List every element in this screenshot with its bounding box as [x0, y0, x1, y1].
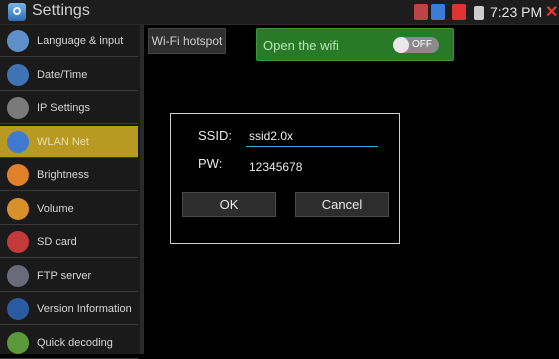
sidebar-item-language-input[interactable]: Language & input: [0, 25, 138, 57]
language-icon: [7, 30, 29, 52]
status-bar: Settings 7:23 PM ✕: [0, 0, 559, 25]
sidebar-item-label: Date/Time: [37, 68, 88, 81]
sidebar-item-label: Brightness: [37, 169, 89, 181]
globe-icon: [7, 97, 29, 119]
ssid-label: SSID:: [198, 128, 232, 143]
sidebar-divider: [140, 25, 144, 354]
sidebar-item-sd-card[interactable]: SD card: [0, 226, 138, 258]
decode-icon: [7, 331, 29, 354]
sidebar-item-label: FTP server: [37, 269, 92, 282]
alert-icon: [452, 4, 466, 20]
app-title: Settings: [32, 2, 90, 19]
sidebar-item-label: Language & input: [37, 35, 124, 47]
settings-sidebar: Language & input Date/Time IP Settings WLAN…: [0, 25, 140, 359]
wifi-credentials-dialog: SSID: PW: 12345678 OK Cancel: [170, 113, 400, 244]
notification-icon: [414, 4, 428, 20]
sidebar-item-wlan-net[interactable]: WLAN Net: [0, 125, 138, 158]
wifi-toggle-panel[interactable]: Open the wifi OFF: [256, 28, 454, 61]
status-time: 7:23 PM: [490, 4, 543, 20]
cancel-button[interactable]: Cancel: [295, 192, 389, 217]
switch-knob: [393, 37, 409, 53]
wifi-switch[interactable]: OFF: [393, 37, 439, 53]
sidebar-item-ftp-server[interactable]: FTP server: [0, 260, 138, 292]
pw-value[interactable]: 12345678: [249, 160, 302, 174]
sidebar-item-volume[interactable]: Volume: [0, 193, 138, 225]
wifi-hotspot-button[interactable]: Wi-Fi hotspot: [148, 28, 226, 54]
wifi-toggle-label: Open the wifi: [263, 38, 339, 53]
sidebar-item-label: WLAN Net: [37, 135, 89, 148]
ftp-icon: [7, 264, 29, 287]
info-icon: [7, 298, 29, 320]
wifi-icon: [7, 130, 29, 153]
pw-label: PW:: [198, 156, 223, 171]
notification-badge-icon: [431, 4, 445, 20]
sidebar-item-label: Volume: [37, 202, 74, 215]
ok-button[interactable]: OK: [182, 192, 276, 217]
ssid-input[interactable]: [246, 126, 378, 147]
sidebar-item-label: Quick decoding: [37, 336, 113, 349]
switch-state-label: OFF: [412, 39, 432, 50]
sidebar-item-ip-settings[interactable]: IP Settings: [0, 92, 138, 124]
sd-card-icon: [7, 231, 29, 253]
calendar-icon: [7, 63, 29, 86]
sidebar-item-version-information[interactable]: Version Information: [0, 293, 138, 325]
speaker-icon: [7, 197, 29, 220]
sidebar-item-label: SD card: [37, 236, 77, 248]
brightness-icon: [7, 164, 29, 186]
sidebar-item-label: IP Settings: [37, 102, 90, 114]
sidebar-item-date-time[interactable]: Date/Time: [0, 59, 138, 91]
sidebar-item-label: Version Information: [37, 303, 132, 315]
battery-icon: [474, 6, 484, 20]
close-icon[interactable]: ✕: [545, 2, 558, 22]
sidebar-item-brightness[interactable]: Brightness: [0, 159, 138, 191]
settings-app-icon: [8, 3, 26, 21]
